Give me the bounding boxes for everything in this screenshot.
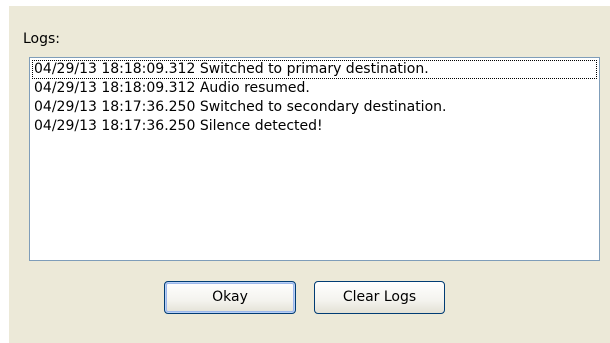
log-entry[interactable]: 04/29/13 18:18:09.312 Switched to primar… (32, 60, 597, 79)
clear-logs-button[interactable]: Clear Logs (314, 281, 445, 314)
logs-label: Logs: (23, 31, 61, 47)
log-entry[interactable]: 04/29/13 18:17:36.250 Switched to second… (32, 98, 597, 117)
log-listbox[interactable]: 04/29/13 18:18:09.312 Switched to primar… (29, 57, 600, 261)
log-entry[interactable]: 04/29/13 18:18:09.312 Audio resumed. (32, 79, 597, 98)
logs-dialog: Logs: 04/29/13 18:18:09.312 Switched to … (9, 6, 610, 343)
okay-button[interactable]: Okay (164, 281, 296, 314)
log-entry[interactable]: 04/29/13 18:17:36.250 Silence detected! (32, 117, 597, 136)
